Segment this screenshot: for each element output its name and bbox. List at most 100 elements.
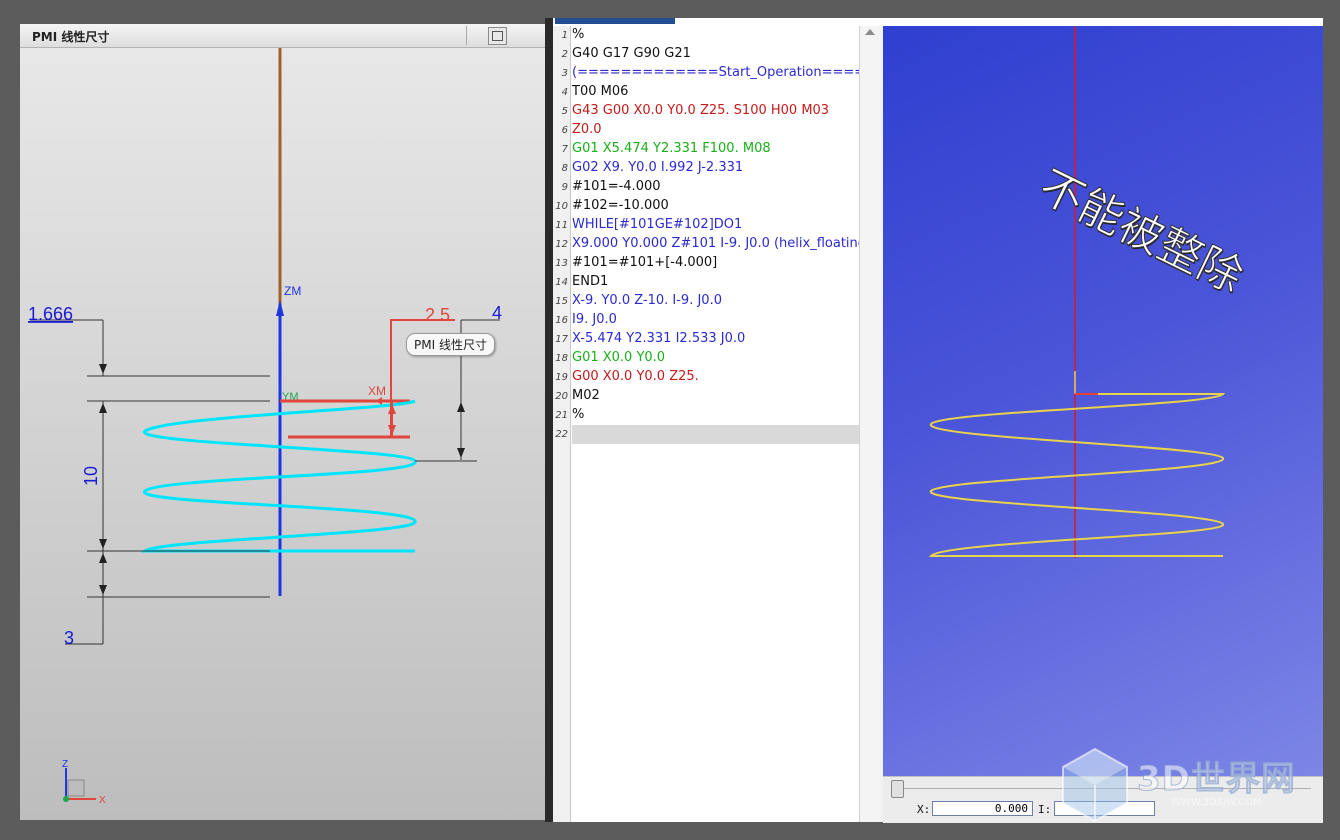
code-line[interactable]: 15 X-9. Y0.0 Z-10. I-9. J0.0 — [553, 292, 859, 311]
code-line[interactable]: 5 G43 G00 X0.0 Y0.0 Z25. S100 H00 M03 — [553, 102, 859, 121]
code-text: G01 X0.0 Y0.0 — [572, 350, 666, 365]
code-text: WHILE[#101GE#102]DO1 — [572, 217, 743, 232]
code-text: % — [572, 407, 585, 422]
line-number: 18 — [555, 353, 568, 364]
selected-line-highlight — [572, 425, 859, 444]
code-text: G43 G00 X0.0 Y0.0 Z25. S100 H00 M03 — [572, 103, 830, 118]
simulation-viewport[interactable]: 不能被整除 — [883, 26, 1323, 776]
zm-label: ZM — [284, 284, 301, 298]
dim-bottom-value: 3 — [64, 628, 74, 648]
x-coord-field[interactable]: 0.000 — [932, 801, 1033, 816]
zm-arrow-icon — [276, 300, 284, 316]
toolpath-drawing[interactable] — [883, 26, 1323, 776]
offset-arrow-bottom-icon — [388, 425, 396, 435]
line-number: 13 — [555, 258, 568, 269]
line-number: 6 — [561, 125, 568, 136]
playback-slider-thumb[interactable] — [891, 780, 904, 798]
line-number: 11 — [555, 220, 568, 231]
line-number: 10 — [555, 201, 568, 212]
cad-view-pane[interactable]: PMI 线性尺寸 ZM YM XM 2.5 4 1.666 10 3 Z X P… — [20, 24, 545, 820]
scroll-up-icon[interactable] — [865, 29, 875, 35]
cube-logo-icon — [1062, 747, 1128, 823]
svg-text:Z: Z — [62, 759, 68, 770]
nc-simulator-window: 1% 2 G40 G17 G90 G21 3 (=============Start_O… — [553, 18, 1323, 823]
code-line[interactable]: 9 #101=-4.000 — [553, 178, 859, 197]
toolpath-helix — [928, 393, 1226, 557]
code-text: Z0.0 — [572, 122, 602, 137]
line-number: 2 — [561, 49, 568, 60]
bottom-arrow-top-icon — [99, 553, 107, 563]
code-text: X-9. Y0.0 Z-10. I-9. J0.0 — [572, 293, 722, 308]
line-number: 1 — [561, 30, 568, 41]
line-number: 21 — [555, 410, 568, 421]
code-line[interactable]: 14 END1 — [553, 273, 859, 292]
bottom-arrow-icon — [99, 585, 107, 595]
code-text: G00 X0.0 Y0.0 Z25. — [572, 369, 699, 384]
right-dim-arrow2-icon — [457, 448, 465, 458]
pitch-arrow-bottom-icon — [99, 539, 107, 549]
right-dim-arrow-icon — [457, 402, 465, 412]
xm-label: XM — [368, 384, 386, 398]
site-logo: 3D世界网 WWW.3DSJW.COM — [1055, 745, 1325, 825]
dim-top-value: 1.666 — [28, 304, 73, 324]
code-text: % — [572, 27, 585, 42]
code-line[interactable]: 19 G00 X0.0 Y0.0 Z25. — [553, 368, 859, 387]
code-line[interactable]: 8 G02 X9. Y0.0 I.992 J-2.331 — [553, 159, 859, 178]
line-number: 22 — [555, 429, 568, 440]
nc-code-editor[interactable]: 1% 2 G40 G17 G90 G21 3 (=============Start_O… — [553, 26, 880, 822]
code-text: #102=-10.000 — [572, 198, 669, 213]
code-line[interactable]: 16 I9. J0.0 — [553, 311, 859, 330]
code-text: (=============Start_Operation========== — [572, 65, 859, 80]
view-triad-icon: Z X — [62, 759, 106, 806]
code-text: I9. J0.0 — [572, 312, 617, 327]
code-line[interactable]: 1% — [553, 26, 859, 45]
code-line[interactable]: 22 — [553, 425, 859, 444]
line-number: 14 — [555, 277, 568, 288]
xm-arrow-icon — [376, 397, 382, 405]
dim-pitch-value: 10 — [81, 466, 101, 486]
x-coord-label: X: — [917, 803, 931, 816]
code-line[interactable]: 17 X-5.474 Y2.331 I2.533 J0.0 — [553, 330, 859, 349]
logo-text: 3D世界网 — [1137, 759, 1296, 800]
tab-strip — [553, 18, 1323, 26]
line-number: 4 — [561, 87, 568, 98]
line-number: 12 — [555, 239, 568, 250]
pitch-arrow-top-icon — [99, 403, 107, 413]
code-line[interactable]: 18 G01 X0.0 Y0.0 — [553, 349, 859, 368]
cad-drawing[interactable]: ZM YM XM 2.5 4 1.666 10 3 Z X — [20, 24, 545, 820]
code-scrollbar[interactable] — [859, 26, 880, 822]
code-line[interactable]: 10 #102=-10.000 — [553, 197, 859, 216]
line-number: 17 — [555, 334, 568, 345]
pane-divider[interactable] — [545, 18, 553, 822]
tab-active[interactable] — [555, 18, 675, 24]
i-coord-label: I: — [1038, 803, 1052, 816]
code-line[interactable]: 21% — [553, 406, 859, 425]
code-text: #101=#101+[-4.000] — [572, 255, 718, 270]
code-line[interactable]: 13 #101=#101+[-4.000] — [553, 254, 859, 273]
line-number: 9 — [561, 182, 568, 193]
top-dim-arrow-icon — [99, 364, 107, 374]
pmi-tooltip: PMI 线性尺寸 — [406, 333, 495, 356]
line-number: 5 — [561, 106, 568, 117]
line-number: 8 — [561, 163, 568, 174]
code-text: T00 M06 — [572, 84, 629, 99]
code-line[interactable]: 2 G40 G17 G90 G21 — [553, 45, 859, 64]
code-text: G01 X5.474 Y2.331 F100. M08 — [572, 141, 771, 156]
code-line[interactable]: 4 T00 M06 — [553, 83, 859, 102]
code-text: END1 — [572, 274, 609, 289]
dim-right-value: 4 — [492, 303, 502, 323]
code-text: #101=-4.000 — [572, 179, 661, 194]
logo-url: WWW.3DSJW.COM — [1171, 797, 1262, 808]
code-line[interactable]: 3 (=============Start_Operation========== — [553, 64, 859, 83]
code-line[interactable]: 12 X9.000 Y0.000 Z#101 I-9. J0.0 (helix_f… — [553, 235, 859, 254]
code-text: G40 G17 G90 G21 — [572, 46, 691, 61]
dim-offset-value: 2.5 — [425, 305, 450, 325]
line-number: 3 — [561, 68, 568, 79]
code-line[interactable]: 6 Z0.0 — [553, 121, 859, 140]
code-line[interactable]: 20 M02 — [553, 387, 859, 406]
code-line[interactable]: 11 WHILE[#101GE#102]DO1 — [553, 216, 859, 235]
code-line[interactable]: 7 G01 X5.474 Y2.331 F100. M08 — [553, 140, 859, 159]
line-number: 15 — [555, 296, 568, 307]
code-text: X-5.474 Y2.331 I2.533 J0.0 — [572, 331, 746, 346]
line-number: 16 — [555, 315, 568, 326]
